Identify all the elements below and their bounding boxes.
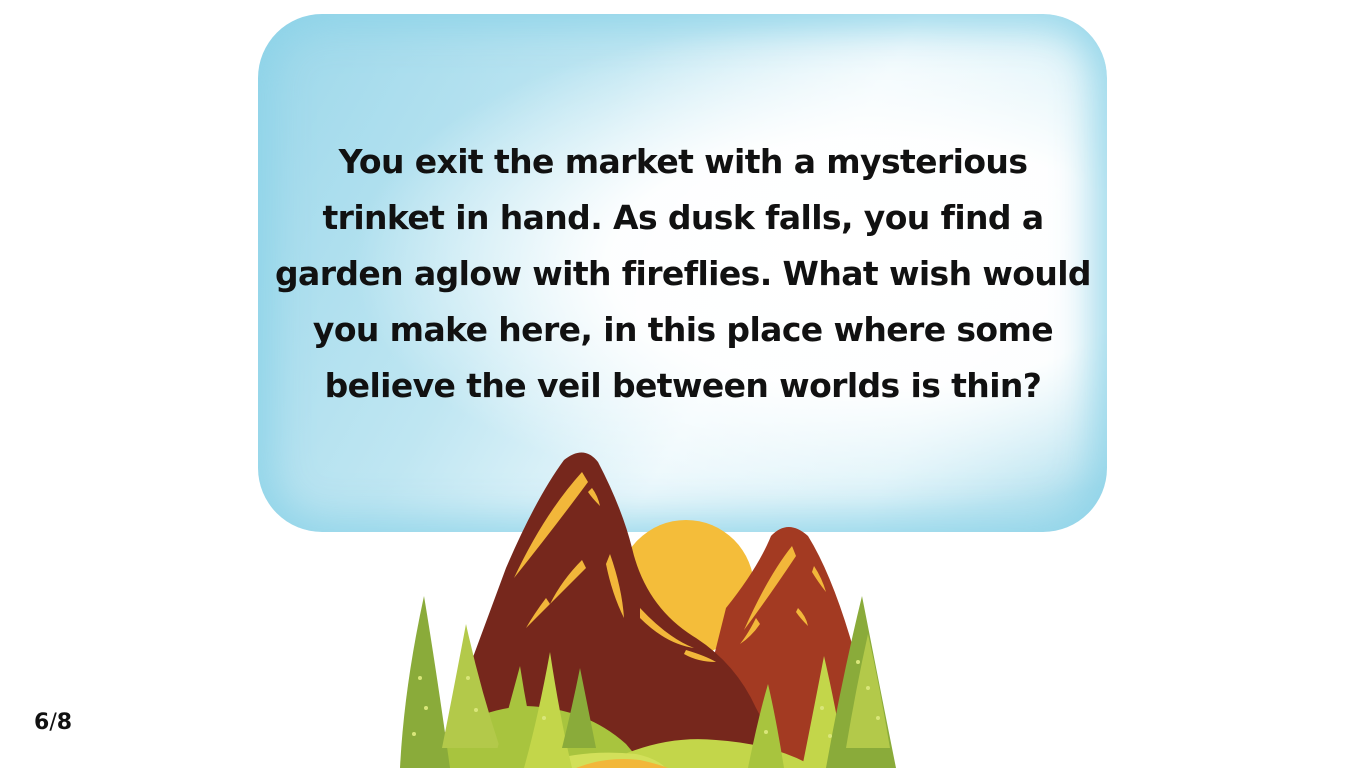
mountain-landscape-icon	[400, 452, 896, 768]
slide: You exit the market with a mysterious tr…	[0, 0, 1366, 768]
page-current: 6	[34, 710, 50, 735]
story-text: You exit the market with a mysterious tr…	[275, 142, 1092, 405]
page-counter: 6/8	[34, 710, 72, 735]
page-total: 8	[56, 710, 73, 735]
tree-icon	[400, 596, 450, 768]
page-separator: /	[49, 710, 57, 735]
